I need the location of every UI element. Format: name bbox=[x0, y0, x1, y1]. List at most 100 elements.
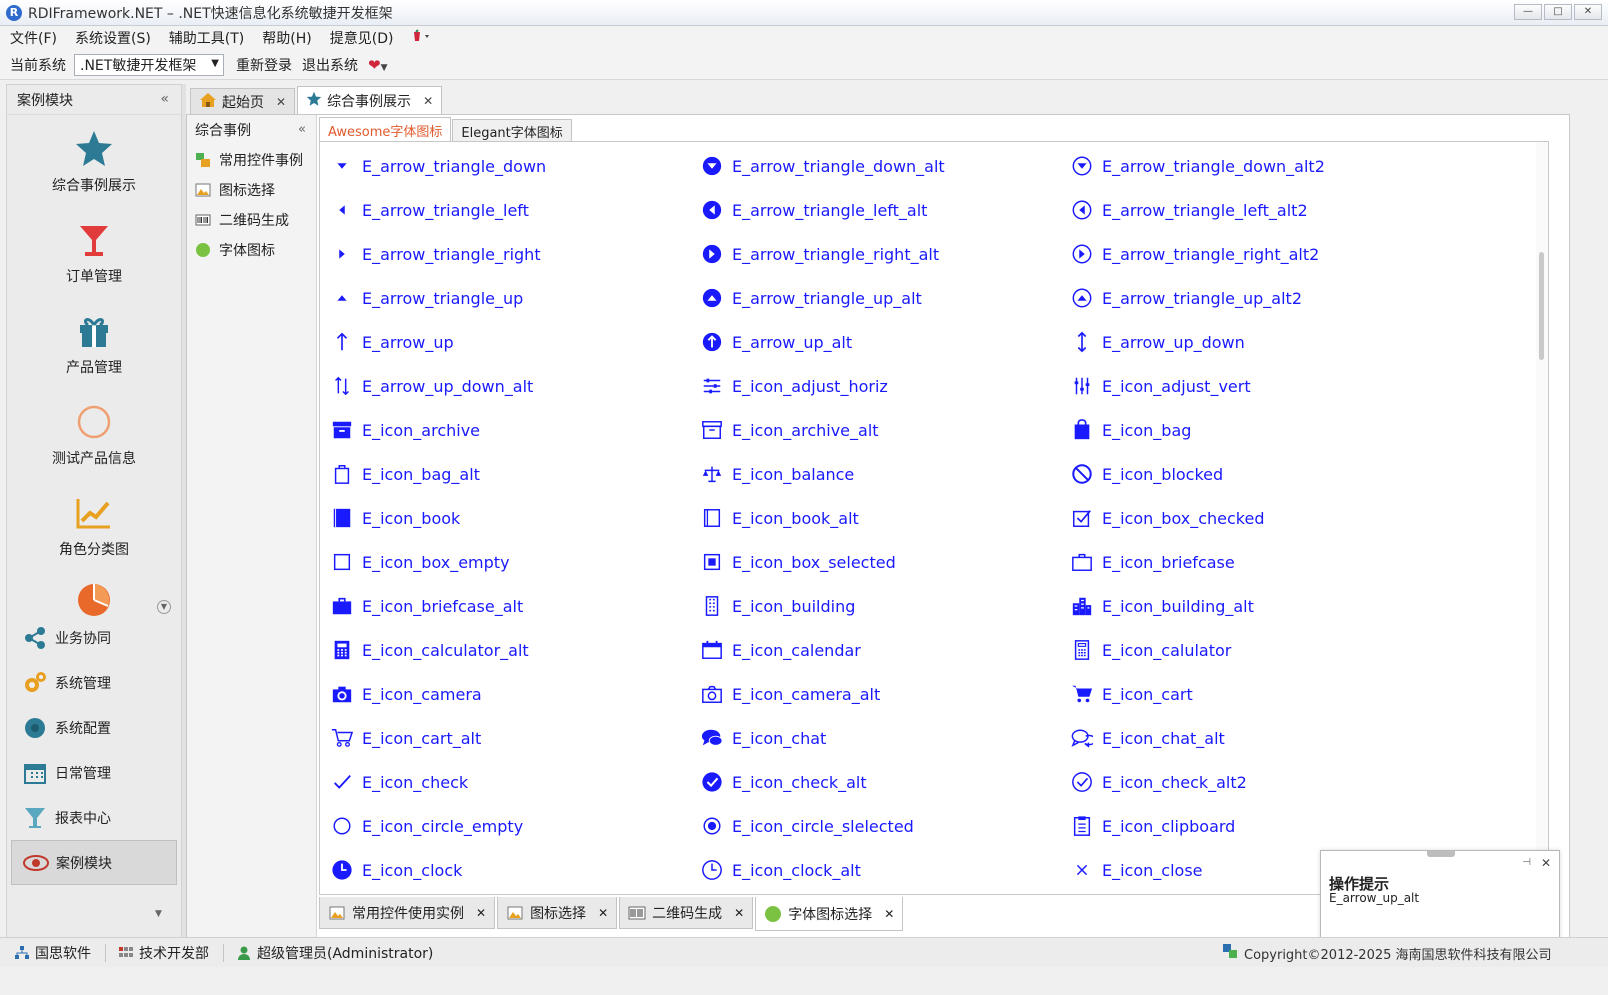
icon-list-item[interactable]: E_icon_bag_alt bbox=[330, 452, 700, 496]
icon-list-item[interactable]: E_icon_circle_slelected bbox=[700, 804, 1070, 848]
menu-settings[interactable]: 系统设置(S) bbox=[75, 28, 151, 48]
close-icon[interactable]: ✕ bbox=[734, 906, 744, 920]
nav-item-products[interactable]: 产品管理 bbox=[7, 297, 181, 388]
icon-list-item[interactable]: E_icon_balance bbox=[700, 452, 1070, 496]
icon-list-item[interactable]: E_icon_clock_alt bbox=[700, 848, 1070, 892]
icon-list-item[interactable]: E_arrow_triangle_left_alt2 bbox=[1070, 188, 1440, 232]
menu-tools[interactable]: 辅助工具(T) bbox=[169, 28, 244, 48]
icon-list-item[interactable]: E_icon_box_selected bbox=[700, 540, 1070, 584]
icon-list-item[interactable]: E_icon_bag bbox=[1070, 408, 1440, 452]
nav-item-showcase[interactable]: 综合事例展示 bbox=[7, 115, 181, 206]
close-icon[interactable]: ✕ bbox=[598, 906, 608, 920]
exit-system-button[interactable]: 退出系统 bbox=[302, 55, 358, 75]
tab-start-page[interactable]: 起始页 ✕ bbox=[190, 88, 296, 114]
icon-list-item[interactable]: E_icon_camera_alt bbox=[700, 672, 1070, 716]
icon-list-item[interactable]: E_arrow_triangle_up_alt2 bbox=[1070, 276, 1440, 320]
close-icon[interactable]: ✕ bbox=[276, 95, 286, 109]
icon-list-item[interactable]: E_icon_book bbox=[330, 496, 700, 540]
collapse-sub-nav-icon[interactable]: « bbox=[298, 122, 306, 137]
nav-expand-icon[interactable]: ▼ bbox=[155, 909, 162, 919]
icon-list-item[interactable]: E_arrow_up_down_alt bbox=[330, 364, 700, 408]
close-icon[interactable]: ✕ bbox=[884, 907, 894, 921]
icon-list-item[interactable]: E_icon_briefcase_alt bbox=[330, 584, 700, 628]
icon-list-item[interactable]: E_icon_calendar bbox=[700, 628, 1070, 672]
bottom-tab-controls[interactable]: 常用控件使用实例 ✕ bbox=[319, 897, 496, 929]
tab-awesome-icons[interactable]: Awesome字体图标 bbox=[319, 117, 452, 143]
icon-list-item[interactable]: E_icon_clock bbox=[330, 848, 700, 892]
sub-nav-item-qrcode[interactable]: 二维码生成 bbox=[187, 205, 316, 235]
icon-list-item[interactable]: E_arrow_up_alt bbox=[700, 320, 1070, 364]
close-window-button[interactable]: ✕ bbox=[1574, 4, 1602, 20]
icon-list-item[interactable]: E_icon_calculator_alt bbox=[330, 628, 700, 672]
icon-list-item[interactable]: E_arrow_up_down bbox=[1070, 320, 1440, 364]
menu-feedback[interactable]: 提意见(D) bbox=[330, 28, 394, 48]
icon-list-item[interactable]: E_icon_archive_alt bbox=[700, 408, 1070, 452]
icon-list-item[interactable]: E_icon_book_alt bbox=[700, 496, 1070, 540]
icon-list-item[interactable]: E_icon_adjust_horiz bbox=[700, 364, 1070, 408]
nav-item-daily-management[interactable]: 日常管理 bbox=[7, 750, 181, 795]
nav-item-case-module[interactable]: 案例模块 bbox=[11, 840, 177, 885]
close-icon[interactable]: ✕ bbox=[476, 906, 486, 920]
nav-item-orders[interactable]: 订单管理 bbox=[7, 206, 181, 297]
icon-list-item[interactable]: E_icon_cart bbox=[1070, 672, 1440, 716]
nav-item-system-config[interactable]: 系统配置 bbox=[7, 705, 181, 750]
menu-help[interactable]: 帮助(H) bbox=[262, 28, 311, 48]
icon-list-item[interactable]: E_arrow_triangle_left_alt bbox=[700, 188, 1070, 232]
scrollbar-thumb[interactable] bbox=[1539, 252, 1544, 360]
icon-list-item[interactable]: E_icon_clipboard bbox=[1070, 804, 1440, 848]
relogin-button[interactable]: 重新登录 bbox=[236, 55, 292, 75]
nav-item-test-products[interactable]: 测试产品信息 bbox=[7, 388, 181, 479]
icon-list-item[interactable]: E_icon_check_alt bbox=[700, 760, 1070, 804]
icon-list-item[interactable]: E_arrow_triangle_right_alt2 bbox=[1070, 232, 1440, 276]
icon-list-item[interactable]: E_icon_circle_empty bbox=[330, 804, 700, 848]
pin-icon[interactable]: ⊣ bbox=[1522, 857, 1531, 868]
icon-list-item[interactable]: E_icon_check bbox=[330, 760, 700, 804]
sub-nav-item-icon-select[interactable]: 图标选择 bbox=[187, 175, 316, 205]
icon-list-item[interactable]: E_icon_chat bbox=[700, 716, 1070, 760]
nav-item-report-center[interactable]: 报表中心 bbox=[7, 795, 181, 840]
nav-scroll-down-icon[interactable]: ▼ bbox=[157, 600, 171, 614]
maximize-button[interactable]: □ bbox=[1544, 4, 1572, 20]
tab-elegant-icons[interactable]: Elegant字体图标 bbox=[452, 119, 572, 143]
bottom-tab-font-icons[interactable]: 字体图标选择 ✕ bbox=[755, 897, 904, 931]
icon-list-item[interactable]: E_icon_building_alt bbox=[1070, 584, 1440, 628]
bottom-tab-icon-select[interactable]: 图标选择 ✕ bbox=[497, 897, 618, 929]
icon-list-item[interactable]: E_icon_archive bbox=[330, 408, 700, 452]
icon-list-item[interactable]: E_arrow_triangle_right bbox=[330, 232, 700, 276]
icon-list-item[interactable]: E_icon_check_alt2 bbox=[1070, 760, 1440, 804]
icon-list-item[interactable]: E_icon_chat_alt bbox=[1070, 716, 1440, 760]
system-select[interactable]: .NET敏捷开发框架 ▼ bbox=[74, 53, 224, 76]
vertical-scrollbar[interactable] bbox=[1536, 142, 1548, 894]
icon-list-item[interactable]: E_icon_blocked bbox=[1070, 452, 1440, 496]
nav-item-collaboration[interactable]: 业务协同 bbox=[7, 615, 181, 660]
icon-list-item[interactable]: E_icon_adjust_vert bbox=[1070, 364, 1440, 408]
icon-list-item[interactable]: E_arrow_triangle_down_alt bbox=[700, 144, 1070, 188]
collapse-left-nav-icon[interactable]: « bbox=[160, 91, 169, 107]
icon-list-item[interactable]: E_arrow_triangle_down bbox=[330, 144, 700, 188]
icon-list-item[interactable]: E_icon_cart_alt bbox=[330, 716, 700, 760]
close-icon[interactable]: ✕ bbox=[423, 94, 433, 108]
icon-list-item[interactable]: E_icon_box_checked bbox=[1070, 496, 1440, 540]
bottom-tab-qrcode[interactable]: 二维码生成 ✕ bbox=[619, 897, 754, 929]
icon-list-item[interactable]: E_icon_box_empty bbox=[330, 540, 700, 584]
icon-list-item[interactable]: E_icon_briefcase bbox=[1070, 540, 1440, 584]
nav-item-role-chart[interactable]: 角色分类图 bbox=[7, 479, 181, 570]
icon-list-item[interactable]: E_icon_building bbox=[700, 584, 1070, 628]
heart-dropdown-icon[interactable]: ❤▼ bbox=[368, 56, 388, 74]
icon-list-item[interactable]: E_arrow_triangle_right_alt bbox=[700, 232, 1070, 276]
popup-grip[interactable] bbox=[1427, 851, 1455, 857]
menu-skin-icon[interactable] bbox=[411, 29, 431, 47]
nav-item-system-management[interactable]: 系统管理 bbox=[7, 660, 181, 705]
icon-list-item[interactable]: E_arrow_triangle_left bbox=[330, 188, 700, 232]
icon-list-item[interactable]: E_arrow_triangle_up_alt bbox=[700, 276, 1070, 320]
tab-showcase[interactable]: 综合事例展示 ✕ bbox=[297, 86, 443, 114]
menu-file[interactable]: 文件(F) bbox=[10, 28, 57, 48]
icon-list-item[interactable]: E_icon_calulator bbox=[1070, 628, 1440, 672]
minimize-button[interactable]: — bbox=[1514, 4, 1542, 20]
icon-list-item[interactable]: E_arrow_up bbox=[330, 320, 700, 364]
icon-list-item[interactable]: E_arrow_triangle_up bbox=[330, 276, 700, 320]
sub-nav-item-controls[interactable]: 常用控件事例 bbox=[187, 145, 316, 175]
close-icon[interactable]: ✕ bbox=[1541, 856, 1551, 870]
icon-list-item[interactable]: E_arrow_triangle_down_alt2 bbox=[1070, 144, 1440, 188]
icon-list-item[interactable]: E_icon_camera bbox=[330, 672, 700, 716]
